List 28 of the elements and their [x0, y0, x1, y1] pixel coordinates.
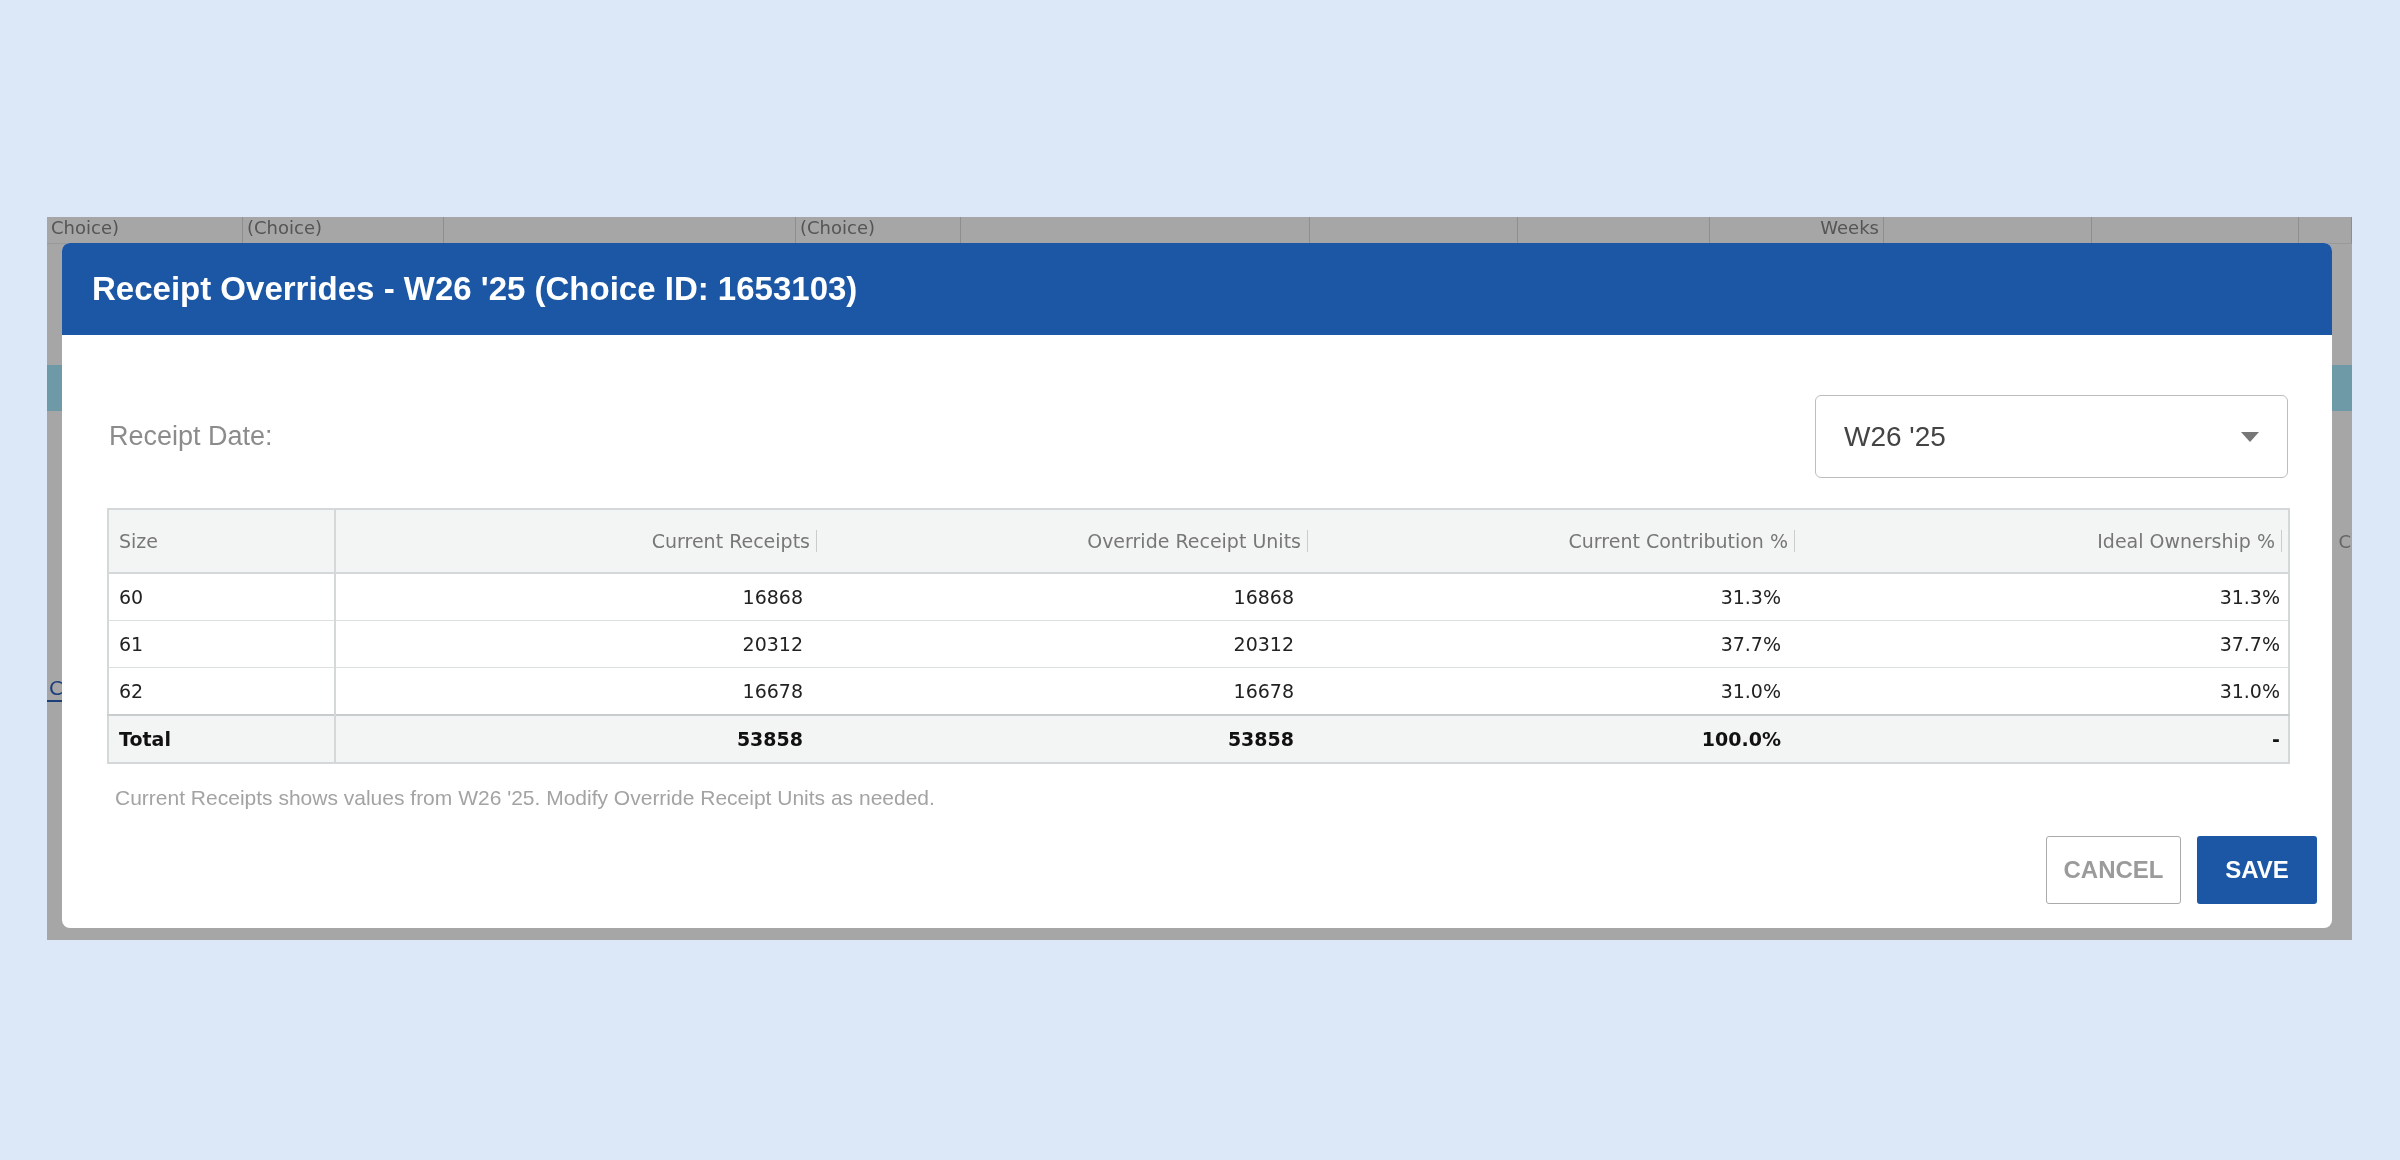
- table-cell: 16868: [823, 573, 1314, 621]
- total-cell: -: [1801, 715, 2289, 763]
- date-dropdown[interactable]: W26 '25: [1815, 395, 2288, 478]
- total-cell: 53858: [335, 715, 823, 763]
- help-text: Current Receipts shows values from W26 '25. Modify Override Receipt Units as needed.: [115, 786, 936, 810]
- table-cell: 37.7%: [1314, 620, 1801, 668]
- table-cell: 16868: [335, 573, 823, 621]
- column-header[interactable]: Override Receipt Units: [823, 509, 1314, 573]
- column-header[interactable]: Ideal Ownership %: [1801, 509, 2289, 573]
- cancel-button[interactable]: CANCEL: [2046, 836, 2181, 904]
- caret-icon: [2241, 431, 2259, 442]
- field-label: Receipt Date:: [109, 421, 273, 452]
- total-cell: 100.0%: [1314, 715, 1801, 763]
- table-cell: 37.7%: [1801, 620, 2289, 668]
- column-header[interactable]: Current Receipts: [335, 509, 823, 573]
- column-header[interactable]: Size: [108, 509, 335, 573]
- table-cell: 20312: [335, 620, 823, 668]
- save-button[interactable]: SAVE: [2197, 836, 2317, 904]
- table-cell: 20312: [823, 620, 1314, 668]
- total-cell: Total: [108, 715, 335, 763]
- table-cell: 60: [108, 573, 335, 621]
- table-cell: C: [2337, 531, 2352, 552]
- table-cell: 61: [108, 620, 335, 668]
- total-cell: 53858: [823, 715, 1314, 763]
- table-cell: 31.3%: [1801, 573, 2289, 621]
- column-header[interactable]: Current Contribution %: [1314, 509, 1801, 573]
- table-cell: 31.3%: [1314, 573, 1801, 621]
- dialog-title: Receipt Overrides - W26 '25 (Choice ID: 1653103): [92, 270, 858, 308]
